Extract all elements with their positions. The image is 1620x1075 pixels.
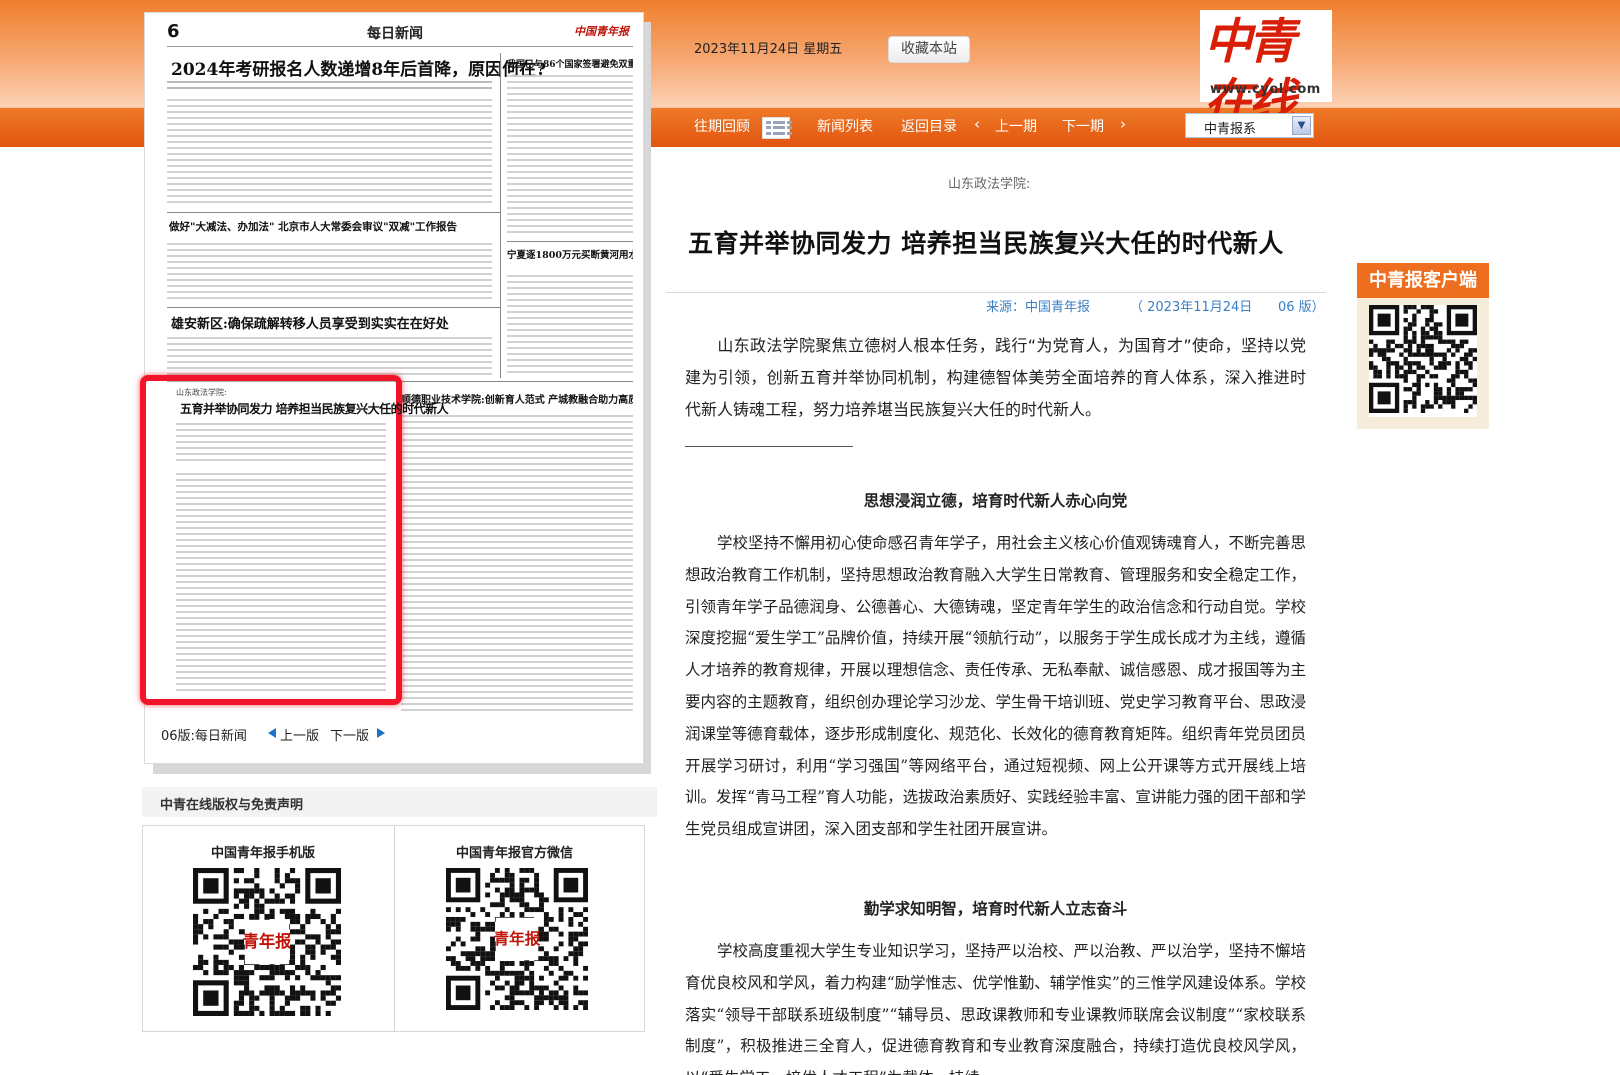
highlight-title: 五育并举协同发力 培养担当民族复兴大任的时代新人 (180, 402, 449, 416)
article-source: 来源：中国青年报 (986, 300, 1091, 315)
article-kicker: 山东政法学院: (948, 177, 1031, 192)
preview-text-block (167, 99, 492, 207)
preview-headline[interactable]: 做好"大减法、办加法" 北京市人大常委会审议"双减"工作报告 (169, 219, 457, 234)
article-paragraph: 学校坚持不懈用初心使命感召青年学子，用社会主义核心价值观铸魂育人，不断完善思想政… (685, 534, 1307, 839)
nav-previous-issue[interactable]: 上一期 (995, 116, 1037, 136)
qr-code-mobile: 青年报 (193, 868, 341, 1016)
arrow-right-icon (377, 728, 385, 738)
preview-text-block (167, 81, 492, 91)
preview-headline[interactable]: 我国已与86个国家签署避免双重征税协定 (507, 57, 633, 70)
copyright-link[interactable]: 中青在线版权与免责声明 (160, 794, 303, 813)
article-edition: 06 版） (1278, 300, 1325, 315)
page-label: 06版:每日新闻 (161, 729, 247, 744)
page-section: 每日新闻 (367, 26, 423, 42)
issue-grid-icon[interactable] (762, 117, 792, 139)
current-article-highlight[interactable]: 山东政法学院: 五育并举协同发力 培养担当民族复兴大任的时代新人 (140, 375, 449, 705)
preview-text-block (167, 337, 492, 377)
article-paragraph: 学校高度重视大学生专业知识学习，坚持严以治校、严以治教、严以治学，坚持不懈培育优… (685, 942, 1307, 1075)
row-divider (507, 241, 633, 242)
client-app-title: 中青报客户端 (1357, 263, 1489, 298)
site-logo[interactable]: 中青在线 www.cyol.com (1200, 10, 1332, 130)
page-number: 6 (167, 21, 180, 42)
row-divider (167, 212, 500, 213)
nav-past-issues[interactable]: 往期回顾 (694, 116, 750, 136)
logo-url: www.cyol.com (1210, 82, 1321, 97)
svg-text:青年报: 青年报 (243, 932, 293, 951)
preview-headline[interactable]: 雄安新区:确保疏解转移人员享受到实实在在好处 (171, 313, 449, 332)
lead-separator (685, 446, 853, 447)
arrow-left-icon (268, 728, 276, 738)
chevron-down-icon[interactable]: ▼ (1292, 116, 1311, 135)
preview-headline[interactable]: 宁夏逐1800万元买断黄河用水权 (507, 247, 633, 261)
svg-text:青年报: 青年报 (494, 929, 541, 948)
current-date: 2023年11月24日 星期五 (694, 42, 843, 57)
page-brand: 中国青年报 (574, 25, 629, 38)
section-heading: 思想浸润立德，培育时代新人赤心向党 (863, 491, 1128, 510)
qr-caption-wechat: 中国青年报官方微信 (456, 846, 574, 861)
preview-text-block (507, 75, 633, 235)
nav-back-to-contents[interactable]: 返回目录 (901, 116, 957, 136)
bookmark-site-button[interactable]: 收藏本站 (888, 36, 970, 63)
column-divider (500, 53, 501, 378)
nav-news-list[interactable]: 新闻列表 (817, 116, 873, 136)
title-divider (666, 292, 1326, 293)
preview-headline[interactable]: 2024年考研报名人数递增8年后首降，原因何在? (171, 55, 546, 80)
article-title: 五育并举协同发力 培养担当民族复兴大任的时代新人 (688, 229, 1284, 258)
highlight-label: 山东政法学院: (176, 388, 227, 397)
chevron-left-icon: ‹ (974, 115, 980, 133)
copyright-bar: 中青在线版权与免责声明 (142, 787, 657, 817)
previous-page-link[interactable]: 上一版 (280, 725, 319, 744)
section-heading: 勤学求知明智，培育时代新人立志奋斗 (863, 899, 1128, 918)
article-date: （ 2023年11月24日 (1130, 300, 1253, 315)
client-app-badge[interactable]: 中青报客户端 (1357, 263, 1489, 429)
next-page-link[interactable]: 下一版 (330, 725, 369, 744)
article-lead: 山东政法学院聚焦立德树人根本任务，践行“为党育人，为国育才”使命，坚持以党建为引… (685, 336, 1306, 419)
newspaper-select[interactable]: 中青报系 ▼ (1185, 113, 1314, 138)
qr-code-client (1369, 305, 1477, 417)
preview-text-block (176, 423, 386, 463)
preview-text-block (507, 275, 633, 375)
nav-next-issue[interactable]: 下一期 (1062, 116, 1104, 136)
preview-text-block (401, 415, 633, 715)
qr-divider (394, 825, 395, 1032)
preview-text-block (176, 473, 386, 691)
page-masthead: 6 每日新闻 中国青年报 (167, 19, 633, 47)
preview-text-block (167, 243, 492, 303)
qr-caption-mobile: 中国青年报手机版 (211, 846, 316, 861)
row-divider (167, 307, 500, 308)
qr-code-wechat: 青年报 (446, 868, 588, 1010)
chevron-right-icon: › (1120, 115, 1126, 133)
newspaper-select-value: 中青报系 (1204, 122, 1257, 137)
